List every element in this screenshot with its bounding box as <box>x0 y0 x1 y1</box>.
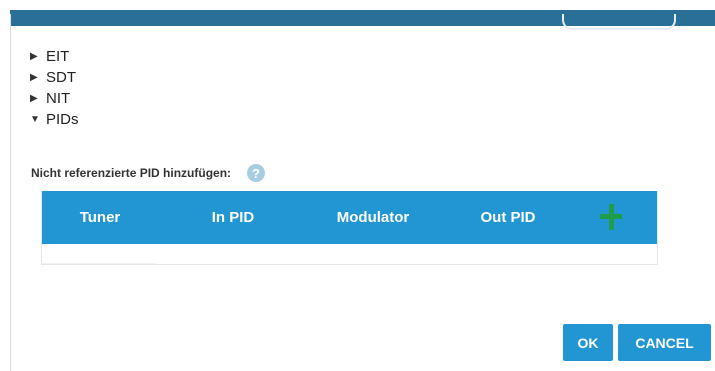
tree-item-label: PIDs <box>46 111 79 128</box>
tree-item-nit[interactable]: ▶ NIT <box>30 88 79 109</box>
tree-item-eit[interactable]: ▶ EIT <box>30 46 79 67</box>
pid-table-header: Tuner In PID Modulator Out PID <box>42 191 657 244</box>
header-tab[interactable] <box>562 14 676 30</box>
add-unreferenced-pid-label: Nicht referenzierte PID hinzufügen: <box>31 166 232 180</box>
tree-item-sdt[interactable]: ▶ SDT <box>30 67 79 88</box>
column-header-tuner[interactable]: Tuner <box>42 209 158 226</box>
tree-item-label: SDT <box>46 69 76 86</box>
empty-row-divider <box>42 263 156 264</box>
collapse-arrow-icon: ▼ <box>30 114 40 125</box>
column-header-in-pid[interactable]: In PID <box>158 209 308 226</box>
plus-icon-vertical <box>609 203 614 230</box>
dialog-header-strip <box>10 10 715 30</box>
column-header-out-pid[interactable]: Out PID <box>438 209 578 226</box>
pid-table-body <box>42 244 657 264</box>
tree-item-label: EIT <box>46 48 70 65</box>
tree-item-label: NIT <box>46 90 71 107</box>
expand-arrow-icon: ▶ <box>30 72 38 83</box>
add-pid-button[interactable] <box>596 198 636 238</box>
ok-button[interactable]: OK <box>563 324 613 361</box>
help-icon[interactable]: ? <box>247 164 266 182</box>
section-tree: ▶ EIT ▶ SDT ▶ NIT ▼ PIDs <box>30 46 79 130</box>
tree-item-pids[interactable]: ▼ PIDs <box>30 109 79 130</box>
cancel-button[interactable]: CANCEL <box>618 324 711 361</box>
pid-table: Tuner In PID Modulator Out PID <box>41 191 658 265</box>
left-edge <box>0 14 11 371</box>
expand-arrow-icon: ▶ <box>30 51 38 62</box>
expand-arrow-icon: ▶ <box>30 93 38 104</box>
add-unreferenced-pid-row: Nicht referenzierte PID hinzufügen: ? <box>31 164 266 182</box>
dialog: ▶ EIT ▶ SDT ▶ NIT ▼ PIDs Nicht referenzi… <box>0 0 715 371</box>
column-header-modulator[interactable]: Modulator <box>308 209 438 226</box>
